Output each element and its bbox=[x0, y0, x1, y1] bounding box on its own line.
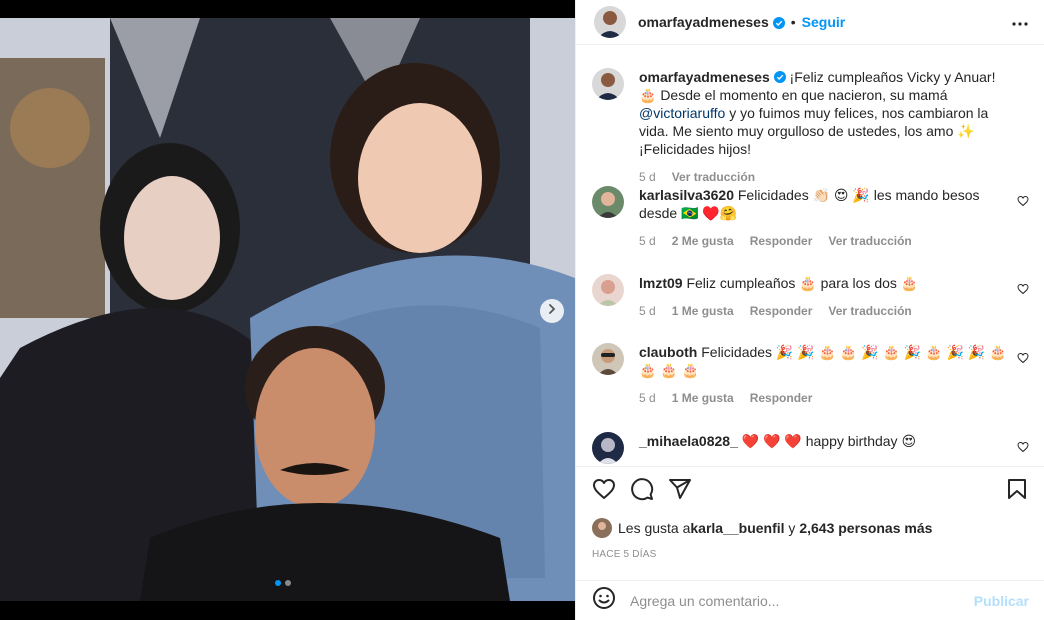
posted-ago[interactable]: HACE 5 DÍAS bbox=[592, 549, 656, 560]
reply-button[interactable]: Responder bbox=[750, 232, 813, 250]
carousel-dot[interactable] bbox=[285, 580, 291, 586]
likes-user[interactable]: karla__buenfil bbox=[690, 520, 784, 536]
heart-icon[interactable] bbox=[1017, 194, 1029, 212]
likes-mid: y bbox=[784, 520, 800, 536]
comment-item: clauboth Felicidades 🎉 🎉 🎂 🎂 🎉 🎂 🎉 🎂 🎉 🎉… bbox=[592, 343, 1029, 407]
save-icon[interactable] bbox=[1005, 477, 1029, 506]
comment-username[interactable]: lmzt09 bbox=[639, 275, 683, 291]
comment-username[interactable]: karlasilva3620 bbox=[639, 187, 734, 203]
likes-count[interactable]: 2,643 personas más bbox=[799, 520, 932, 536]
comment-time[interactable]: 5 d bbox=[639, 232, 656, 250]
comment-meta: 5 d 1 Me gusta Responder Ver traducción bbox=[639, 302, 1009, 320]
publish-button[interactable]: Publicar bbox=[974, 593, 1029, 609]
carousel-dots bbox=[275, 580, 291, 586]
comment-body: lmzt09 Feliz cumpleaños 🎂 para los dos 🎂… bbox=[639, 274, 1009, 320]
likes-prefix: Les gusta a bbox=[618, 520, 691, 536]
comment-username[interactable]: _mihaela0828_ bbox=[639, 433, 738, 449]
verified-icon bbox=[772, 16, 785, 29]
comment-likes[interactable]: 1 Me gusta bbox=[672, 389, 734, 407]
comment-item: _mihaela0828_ ❤️ ❤️ ❤️ happy birthday 😍 bbox=[592, 432, 1029, 464]
share-icon[interactable] bbox=[668, 477, 692, 506]
likes-summary: Les gusta a karla__buenfil y 2,643 perso… bbox=[592, 518, 932, 538]
reply-button[interactable]: Responder bbox=[750, 302, 813, 320]
comments-list[interactable]: omarfayadmeneses ¡Feliz cumpleaños Vicky… bbox=[576, 46, 1044, 464]
commenter-avatar[interactable] bbox=[592, 274, 624, 306]
comment-text: Feliz cumpleaños 🎂 para los dos 🎂 bbox=[682, 275, 919, 291]
comment-item: karlasilva3620 Felicidades 👏🏻 😍 🎉 les ma… bbox=[592, 186, 1029, 250]
post-actions bbox=[576, 466, 1044, 516]
comment-time[interactable]: 5 d bbox=[639, 389, 656, 407]
follow-button[interactable]: Seguir bbox=[802, 14, 846, 30]
translate-button[interactable]: Ver traducción bbox=[828, 232, 911, 250]
family-photo-illustration bbox=[0, 18, 575, 601]
verified-icon bbox=[773, 69, 786, 85]
heart-icon[interactable] bbox=[592, 477, 616, 506]
comment-likes[interactable]: 1 Me gusta bbox=[672, 302, 734, 320]
caption-body: omarfayadmeneses ¡Feliz cumpleaños Vicky… bbox=[639, 68, 1009, 186]
caption-translate[interactable]: Ver traducción bbox=[672, 168, 755, 186]
commenter-avatar[interactable] bbox=[592, 343, 624, 375]
translate-button[interactable]: Ver traducción bbox=[828, 302, 911, 320]
heart-icon[interactable] bbox=[1017, 440, 1029, 458]
post-photo[interactable] bbox=[0, 18, 575, 601]
post-media bbox=[0, 0, 575, 620]
heart-icon[interactable] bbox=[1017, 351, 1029, 369]
caption-meta: 5 d Ver traducción bbox=[639, 168, 1009, 186]
comment-input[interactable] bbox=[630, 592, 974, 609]
emoji-icon[interactable] bbox=[592, 586, 616, 615]
next-photo-button[interactable] bbox=[540, 299, 564, 323]
carousel-dot-active bbox=[275, 580, 281, 586]
caption-time[interactable]: 5 d bbox=[639, 168, 656, 186]
comment-item: lmzt09 Feliz cumpleaños 🎂 para los dos 🎂… bbox=[592, 274, 1029, 320]
comment-text: ❤️ ❤️ ❤️ happy birthday 😍 bbox=[737, 433, 917, 449]
commenter-avatar[interactable] bbox=[592, 186, 624, 218]
comment-icon[interactable] bbox=[630, 477, 654, 506]
post-panel: omarfayadmeneses • Seguir omarfayadmenes… bbox=[575, 0, 1044, 620]
comment-username[interactable]: clauboth bbox=[639, 344, 697, 360]
caption-username[interactable]: omarfayadmeneses bbox=[639, 69, 770, 85]
comment-body: karlasilva3620 Felicidades 👏🏻 😍 🎉 les ma… bbox=[639, 186, 1009, 250]
caption-avatar[interactable] bbox=[592, 68, 624, 100]
post-header: omarfayadmeneses • Seguir bbox=[576, 0, 1044, 45]
comment-body: clauboth Felicidades 🎉 🎉 🎂 🎂 🎉 🎂 🎉 🎂 🎉 🎉… bbox=[639, 343, 1009, 407]
next-arrow-icon bbox=[546, 302, 558, 320]
commenter-avatar[interactable] bbox=[592, 432, 624, 464]
comment-likes[interactable]: 2 Me gusta bbox=[672, 232, 734, 250]
author-username[interactable]: omarfayadmeneses bbox=[638, 14, 769, 30]
header-separator: • bbox=[790, 14, 796, 30]
caption-mention[interactable]: @victoriaruffo bbox=[639, 105, 725, 121]
reply-button[interactable]: Responder bbox=[750, 389, 813, 407]
comment-meta: 5 d 1 Me gusta Responder bbox=[639, 389, 1009, 407]
comment-meta: 5 d 2 Me gusta Responder Ver traducción bbox=[639, 232, 1009, 250]
more-icon[interactable] bbox=[1012, 13, 1028, 31]
liker-avatar[interactable] bbox=[592, 518, 612, 538]
caption: omarfayadmeneses ¡Feliz cumpleaños Vicky… bbox=[592, 68, 1029, 186]
heart-icon[interactable] bbox=[1017, 282, 1029, 300]
add-comment-bar: Publicar bbox=[576, 580, 1044, 620]
comment-body: _mihaela0828_ ❤️ ❤️ ❤️ happy birthday 😍 bbox=[639, 432, 1009, 464]
comment-time[interactable]: 5 d bbox=[639, 302, 656, 320]
author-avatar[interactable] bbox=[594, 6, 626, 38]
